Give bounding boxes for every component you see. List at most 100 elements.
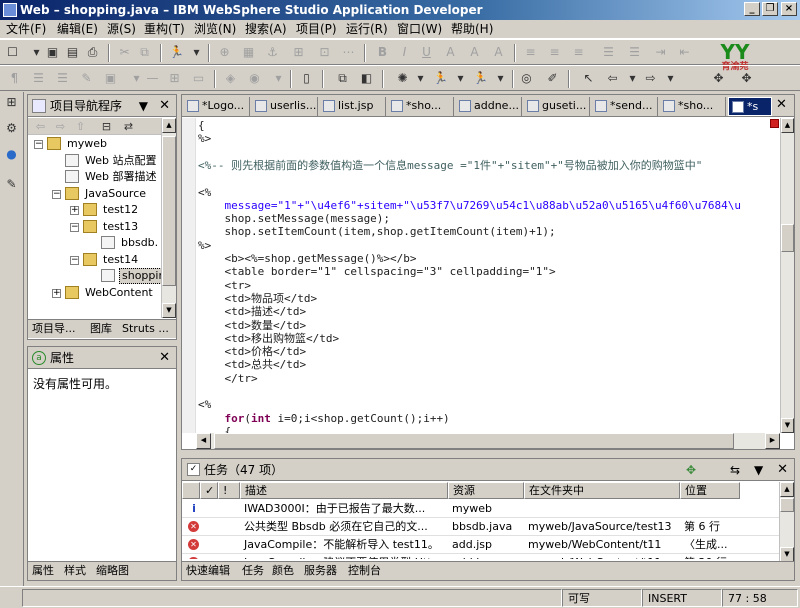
align-left-icon[interactable]: ≡ <box>522 44 539 61</box>
pen-icon[interactable]: ✎ <box>78 70 95 87</box>
applet-icon[interactable]: ◈ <box>222 70 239 87</box>
menu-source[interactable]: 源(S) <box>107 22 136 37</box>
font-smaller-icon[interactable]: A <box>466 44 483 61</box>
font-larger-icon[interactable]: A <box>442 44 459 61</box>
web-perspective-icon[interactable]: ✥ <box>738 70 755 87</box>
scroll-thumb[interactable] <box>780 498 794 512</box>
column-description[interactable]: 描述 <box>240 482 448 499</box>
column-type[interactable] <box>182 482 200 499</box>
scroll-up-icon[interactable]: ▲ <box>781 118 794 133</box>
profile-icon[interactable]: 🏃 <box>472 70 489 87</box>
hscroll-thumb[interactable] <box>214 433 734 449</box>
column-location[interactable]: 位置 <box>680 482 740 499</box>
table-row[interactable]: ✕ 公共类型 Bbsdb 必须在它自己的文... bbsdb.java myweb/J… <box>182 518 779 536</box>
tree-item[interactable]: + WebContent <box>28 285 161 301</box>
expand-icon[interactable]: + <box>52 288 61 298</box>
tree-item[interactable]: − myweb <box>28 136 161 152</box>
dropdown-arrow-icon[interactable]: ▾ <box>128 70 145 87</box>
table-icon[interactable]: ⊞ <box>290 44 307 61</box>
collapse-all-icon[interactable]: ⊟ <box>98 118 115 135</box>
menu-refactor[interactable]: 重构(T) <box>144 22 185 37</box>
numbered-list-icon[interactable]: ☰ <box>626 44 643 61</box>
expand-icon[interactable]: + <box>70 206 79 215</box>
tab-tasks[interactable]: 任务 <box>242 564 264 578</box>
tasks-scrollbar[interactable]: ▲ ▼ <box>779 482 794 562</box>
search-icon[interactable]: ◎ <box>518 70 535 87</box>
forward-icon[interactable]: ⇨ <box>52 118 69 135</box>
editor-tab-guset[interactable]: guseti... <box>524 97 590 116</box>
restore-button[interactable]: ❐ <box>762 2 778 16</box>
menu-run[interactable]: 运行(R) <box>346 22 388 37</box>
font-color-icon[interactable]: A <box>490 44 507 61</box>
code-area[interactable]: {%> <%-- 则先根据前面的参数值构造一个信息message ="1件"+"s… <box>198 119 774 433</box>
dropdown-arrow-icon[interactable]: ▾ <box>452 70 469 87</box>
editor-tab-shop1[interactable]: *sho... <box>388 97 454 116</box>
tab-styles[interactable]: 样式 <box>64 564 86 578</box>
menu-file[interactable]: 文件(F) <box>6 22 46 37</box>
tab-servers[interactable]: 服务器 <box>304 564 337 578</box>
copy-icon[interactable]: ⧉ <box>136 44 153 61</box>
scroll-thumb[interactable] <box>781 224 794 252</box>
table-row[interactable]: i IWAD3000I：由于已报告了最大数... myweb <box>182 500 779 518</box>
tab-colors[interactable]: 颜色 <box>272 564 294 578</box>
filter-icon[interactable]: ✥ <box>686 459 696 481</box>
dropdown-arrow-icon[interactable]: ▾ <box>270 70 287 87</box>
run-icon[interactable]: 🏃 <box>168 44 185 61</box>
scroll-up-icon[interactable]: ▲ <box>162 118 176 133</box>
paragraph-icon[interactable]: ¶ <box>6 70 23 87</box>
list-icon[interactable]: ☰ <box>600 44 617 61</box>
number-list-icon[interactable]: ☰ <box>54 70 71 87</box>
open-resource-icon[interactable]: ◧ <box>358 70 375 87</box>
tree-item[interactable]: Web 部署描述 <box>28 169 161 185</box>
close-icon[interactable]: ✕ <box>159 95 170 117</box>
scroll-left-icon[interactable]: ◀ <box>196 433 211 449</box>
dropdown-arrow-icon[interactable]: ▾ <box>28 44 45 61</box>
save-all-icon[interactable]: ▤ <box>64 44 81 61</box>
close-window-button[interactable]: × <box>781 2 797 16</box>
editor-tab-shopping-active[interactable]: *s <box>728 97 772 116</box>
tab-thumbnails[interactable]: 缩略图 <box>96 564 129 578</box>
menu-window[interactable]: 窗口(W) <box>397 22 442 37</box>
dropdown-arrow-icon[interactable]: ▾ <box>412 70 429 87</box>
last-edit-icon[interactable]: ↖ <box>580 70 597 87</box>
back-icon[interactable]: ⇦ <box>604 70 621 87</box>
collapse-icon[interactable]: − <box>70 255 79 265</box>
scroll-thumb[interactable] <box>162 136 176 286</box>
column-resource[interactable]: 资源 <box>448 482 524 499</box>
anchor-icon[interactable]: ⚓ <box>264 44 281 61</box>
tab-struts[interactable]: Struts ... <box>122 322 169 336</box>
save-icon[interactable]: ▣ <box>44 44 61 61</box>
plugin-icon[interactable]: ◉ <box>246 70 263 87</box>
close-icon[interactable]: ✕ <box>159 347 170 369</box>
align-center-icon[interactable]: ≡ <box>546 44 563 61</box>
collapse-icon[interactable]: − <box>70 222 79 232</box>
new-icon[interactable]: ☐ <box>4 44 21 61</box>
script-icon[interactable]: ⋯ <box>340 44 357 61</box>
scroll-down-icon[interactable]: ▼ <box>781 418 794 433</box>
underline-icon[interactable]: U <box>418 44 435 61</box>
edit-perspective-icon[interactable]: ✎ <box>3 176 20 193</box>
dropdown-arrow-icon[interactable]: ▾ <box>188 44 205 61</box>
web-perspective-icon[interactable]: ● <box>3 146 20 163</box>
bold-icon[interactable]: B <box>374 44 391 61</box>
run-server-icon[interactable]: 🏃 <box>432 70 449 87</box>
bullet-list-icon[interactable]: ☰ <box>30 70 47 87</box>
editor-tab-userlist[interactable]: userlis... <box>252 97 318 116</box>
outdent-icon[interactable]: ⇤ <box>676 44 693 61</box>
menu-search[interactable]: 搜索(A) <box>245 22 287 37</box>
link-icon[interactable]: ⊕ <box>216 44 233 61</box>
column-folder[interactable]: 在文件夹中 <box>524 482 680 499</box>
indent-icon[interactable]: ⇥ <box>652 44 669 61</box>
frame-icon[interactable]: ▣ <box>102 70 119 87</box>
menu-help[interactable]: 帮助(H) <box>451 22 493 37</box>
tree-item[interactable]: − JavaSource <box>28 186 161 202</box>
editor-tab-addnew[interactable]: addne... <box>456 97 522 116</box>
perspective-icon[interactable]: ✥ <box>710 70 727 87</box>
page-icon[interactable]: ▯ <box>298 70 315 87</box>
tree-item[interactable]: bbsdb. <box>28 235 161 251</box>
collapse-icon[interactable]: − <box>52 189 61 199</box>
hr-icon[interactable]: — <box>144 70 161 87</box>
editor-tab-list-jsp[interactable]: list.jsp <box>320 97 386 116</box>
tree-item[interactable]: − test13 <box>28 219 161 235</box>
table-row[interactable]: ✕ JavaCompile：建议不要使用类型 Http...add.jspmywe… <box>182 554 779 559</box>
